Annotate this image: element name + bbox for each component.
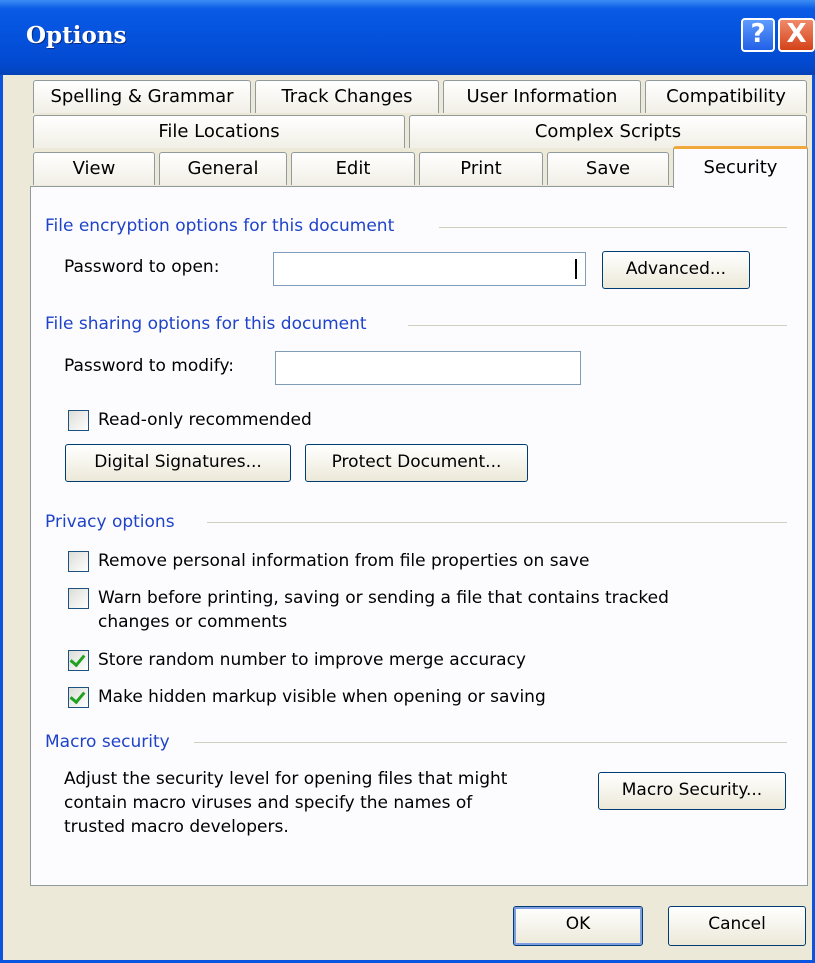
warn-before-printing-checkbox[interactable] bbox=[68, 588, 89, 609]
tab-security[interactable]: Security bbox=[673, 146, 808, 188]
tab-compatibility[interactable]: Compatibility bbox=[645, 80, 807, 113]
readonly-label[interactable]: Read-only recommended bbox=[98, 410, 312, 430]
remove-personal-info-label[interactable]: Remove personal information from file pr… bbox=[98, 551, 590, 571]
divider bbox=[408, 325, 787, 326]
dialog-title: Options bbox=[26, 22, 127, 49]
tab-save[interactable]: Save bbox=[547, 152, 669, 185]
protect-document-button[interactable]: Protect Document... bbox=[305, 444, 528, 482]
options-dialog: Options ? X Spelling & Grammar Track Cha… bbox=[0, 0, 815, 963]
tab-general[interactable]: General bbox=[159, 152, 287, 185]
tab-spelling-grammar[interactable]: Spelling & Grammar bbox=[33, 80, 251, 113]
store-random-number-checkbox[interactable] bbox=[68, 650, 89, 671]
macro-description: Adjust the security level for opening fi… bbox=[64, 769, 508, 837]
tab-edit[interactable]: Edit bbox=[291, 152, 415, 185]
privacy-heading: Privacy options bbox=[45, 512, 175, 532]
password-open-label: Password to open: bbox=[64, 257, 220, 277]
divider bbox=[207, 522, 787, 523]
warn-before-printing-label[interactable]: Warn before printing, saving or sending … bbox=[98, 588, 669, 608]
store-random-number-label[interactable]: Store random number to improve merge acc… bbox=[98, 650, 526, 670]
macro-heading: Macro security bbox=[45, 732, 170, 752]
tab-file-locations[interactable]: File Locations bbox=[33, 115, 405, 148]
advanced-button[interactable]: Advanced... bbox=[602, 251, 750, 289]
title-bar[interactable]: Options ? X bbox=[0, 0, 815, 75]
text-caret bbox=[575, 259, 577, 279]
cancel-button[interactable]: Cancel bbox=[668, 906, 806, 946]
warn-before-printing-label-line2[interactable]: changes or comments bbox=[98, 612, 287, 632]
tab-complex-scripts[interactable]: Complex Scripts bbox=[409, 115, 807, 148]
password-open-input[interactable] bbox=[273, 252, 586, 286]
divider bbox=[439, 227, 787, 228]
ok-button[interactable]: OK bbox=[513, 906, 643, 946]
tab-view[interactable]: View bbox=[33, 152, 155, 185]
password-modify-label: Password to modify: bbox=[64, 356, 234, 376]
hidden-markup-checkbox[interactable] bbox=[68, 687, 89, 708]
help-icon[interactable]: ? bbox=[741, 18, 775, 52]
tab-print[interactable]: Print bbox=[419, 152, 543, 185]
remove-personal-info-checkbox[interactable] bbox=[68, 551, 89, 572]
security-panel: File encryption options for this documen… bbox=[30, 186, 808, 886]
password-modify-input[interactable] bbox=[275, 351, 581, 385]
close-icon[interactable]: X bbox=[778, 18, 815, 52]
hidden-markup-label[interactable]: Make hidden markup visible when opening … bbox=[98, 687, 546, 707]
digital-signatures-button[interactable]: Digital Signatures... bbox=[65, 444, 291, 482]
divider bbox=[194, 742, 787, 743]
tab-user-information[interactable]: User Information bbox=[443, 80, 641, 113]
tab-track-changes[interactable]: Track Changes bbox=[255, 80, 439, 113]
sharing-heading: File sharing options for this document bbox=[45, 314, 367, 334]
macro-security-button[interactable]: Macro Security... bbox=[598, 772, 786, 810]
encryption-heading: File encryption options for this documen… bbox=[45, 216, 395, 236]
readonly-checkbox[interactable] bbox=[68, 410, 89, 431]
